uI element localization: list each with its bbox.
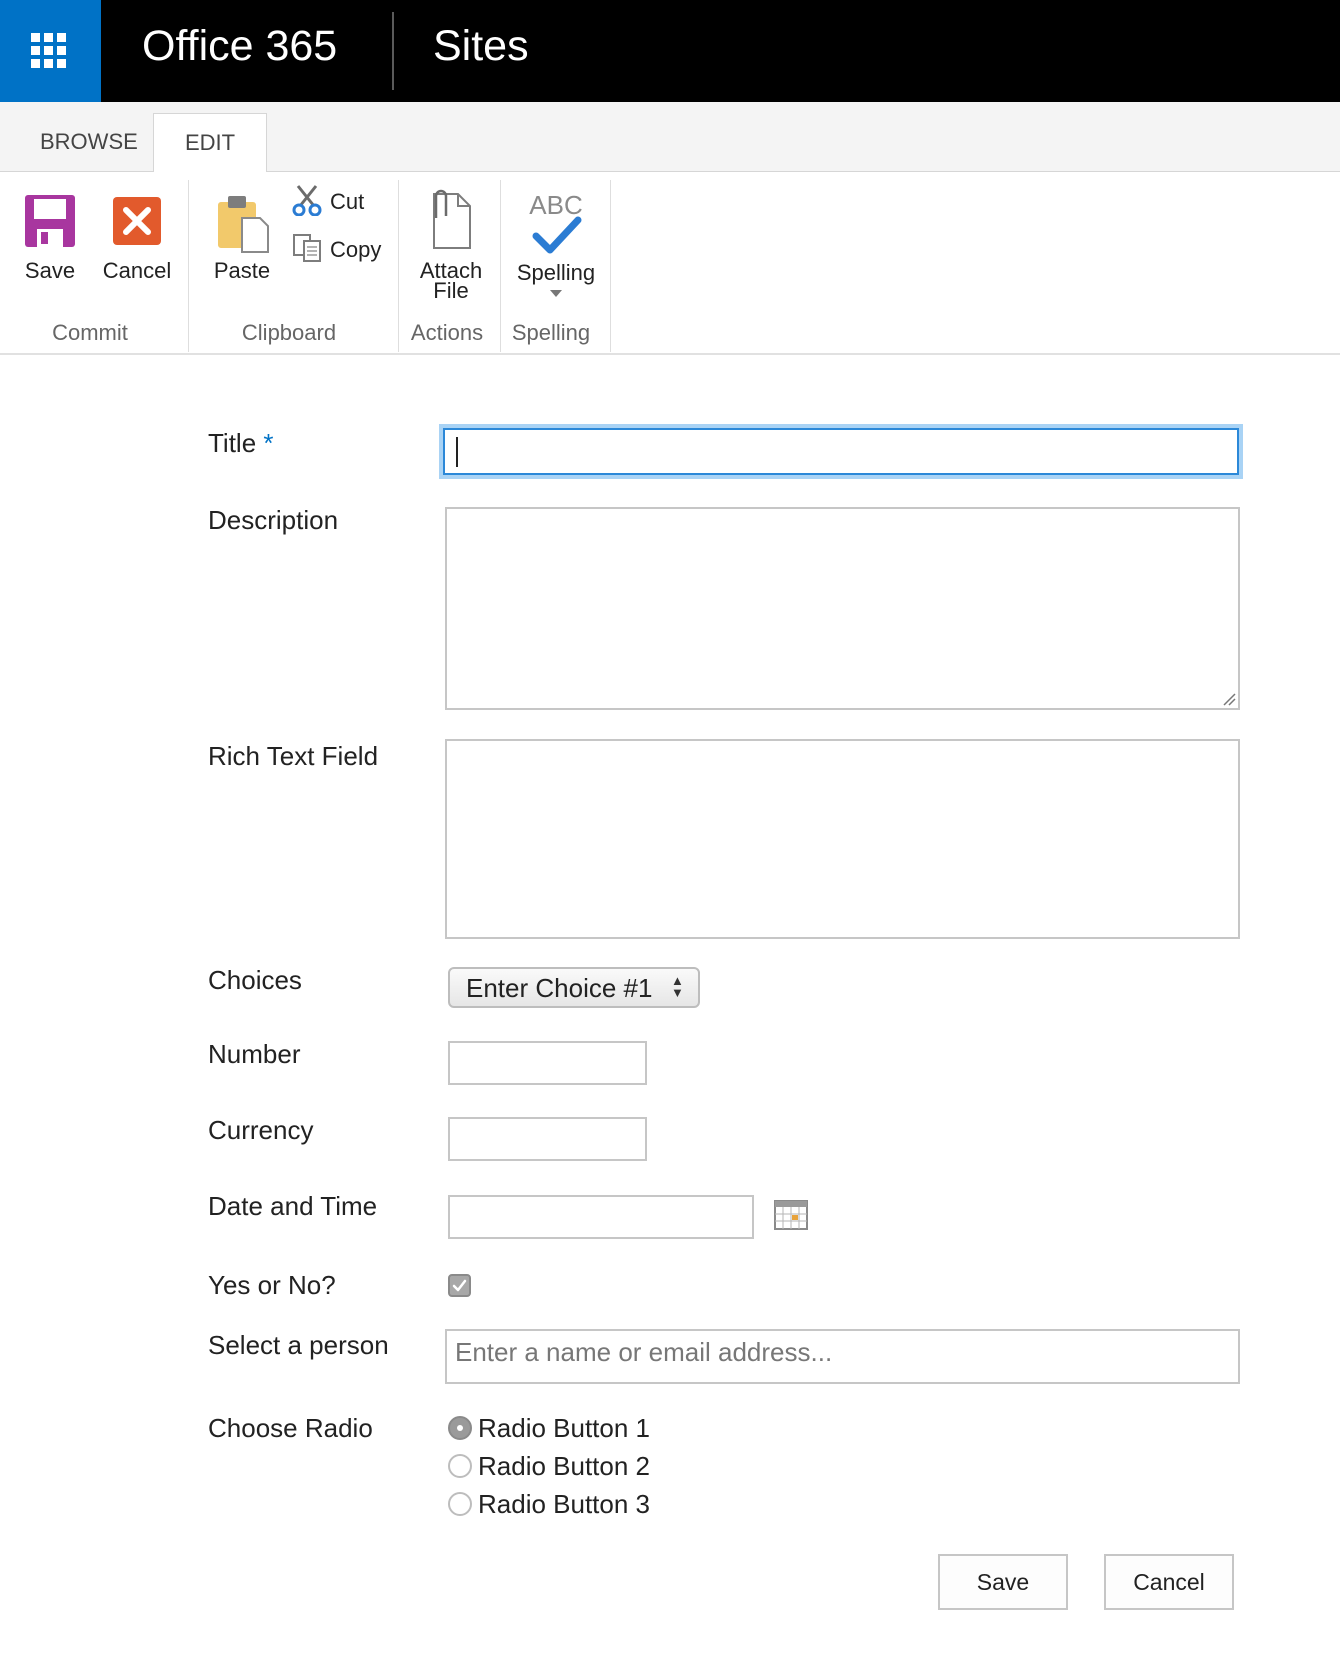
- ribbon-body: [0, 172, 1340, 355]
- save-ribbon-label: Save: [24, 258, 76, 283]
- floppy-disk-icon: [25, 195, 75, 247]
- waffle-icon: [31, 33, 67, 69]
- spelling-dropdown-icon: [550, 290, 562, 297]
- group-separator: [188, 180, 189, 352]
- date-time-label: Date and Time: [208, 1191, 378, 1221]
- group-label-actions: Actions: [410, 320, 484, 345]
- brand-title[interactable]: Office 365: [142, 22, 337, 71]
- yes-no-label: Yes or No?: [208, 1270, 336, 1300]
- radio-button-1[interactable]: [448, 1416, 472, 1440]
- group-label-spelling: Spelling: [511, 320, 591, 345]
- choices-label: Choices: [208, 965, 302, 995]
- person-label: Select a person: [208, 1330, 389, 1360]
- spelling-check-icon: [532, 216, 582, 254]
- copy-ribbon-label: Copy: [330, 237, 382, 262]
- radio-label-1[interactable]: Radio Button 1: [478, 1413, 650, 1444]
- attach-file-ribbon-button[interactable]: Attach File: [410, 188, 492, 304]
- radio-label-3[interactable]: Radio Button 3: [478, 1489, 650, 1520]
- tab-edit[interactable]: EDIT: [153, 113, 267, 174]
- save-ribbon-button[interactable]: Save: [14, 190, 86, 288]
- cut-ribbon-button[interactable]: Cut: [290, 182, 390, 218]
- radio-label-2[interactable]: Radio Button 2: [478, 1451, 650, 1482]
- required-marker: *: [263, 428, 274, 458]
- radio-button-3[interactable]: [448, 1492, 472, 1516]
- spelling-ribbon-button[interactable]: ABC Spelling: [510, 186, 602, 306]
- rich-text-label: Rich Text Field: [208, 741, 379, 771]
- number-label: Number: [208, 1039, 301, 1069]
- attach-file-label-line2: File: [433, 278, 469, 303]
- number-input[interactable]: [448, 1041, 647, 1085]
- paste-ribbon-button[interactable]: Paste: [202, 190, 274, 288]
- group-separator: [500, 180, 501, 352]
- yes-no-checkbox[interactable]: [448, 1274, 471, 1297]
- cancel-x-icon: [113, 197, 161, 245]
- currency-input[interactable]: [448, 1117, 647, 1161]
- radio-button-2[interactable]: [448, 1454, 472, 1478]
- tab-browse[interactable]: BROWSE: [20, 113, 158, 171]
- cancel-ribbon-button[interactable]: Cancel: [96, 190, 178, 288]
- save-button[interactable]: Save: [938, 1554, 1068, 1610]
- currency-label: Currency: [208, 1115, 314, 1145]
- group-separator: [398, 180, 399, 352]
- description-textarea[interactable]: [445, 507, 1240, 710]
- select-arrows-icon: ▲ ▼: [671, 973, 684, 1000]
- app-launcher-button[interactable]: [0, 0, 101, 102]
- scissors-icon: [292, 185, 322, 216]
- radio-group-label: Choose Radio: [208, 1413, 373, 1443]
- resize-handle-icon[interactable]: [1222, 692, 1236, 706]
- title-label-text: Title: [208, 428, 257, 458]
- cancel-button[interactable]: Cancel: [1104, 1554, 1234, 1610]
- paste-ribbon-label: Paste: [213, 258, 271, 283]
- date-input[interactable]: [448, 1195, 754, 1239]
- checkmark-icon: [452, 1279, 467, 1292]
- cancel-ribbon-label: Cancel: [102, 258, 172, 283]
- attach-file-icon: [433, 189, 471, 249]
- description-label: Description: [208, 505, 339, 535]
- group-label-commit: Commit: [52, 320, 128, 345]
- spelling-ribbon-label: Spelling: [516, 260, 596, 285]
- title-input[interactable]: [443, 428, 1239, 475]
- copy-ribbon-button[interactable]: Copy: [290, 230, 400, 266]
- text-caret: [456, 437, 458, 467]
- person-picker-placeholder: Enter a name or email address...: [455, 1337, 833, 1367]
- title-label: Title *: [208, 428, 274, 459]
- calendar-icon[interactable]: [774, 1198, 808, 1230]
- cut-ribbon-label: Cut: [330, 189, 365, 214]
- choices-selected-value: Enter Choice #1: [466, 973, 653, 1003]
- suite-divider: [392, 12, 394, 90]
- rich-text-editor[interactable]: [445, 739, 1240, 939]
- site-title[interactable]: Sites: [433, 22, 529, 71]
- paste-clipboard-icon: [218, 196, 269, 253]
- group-label-clipboard: Clipboard: [241, 320, 337, 345]
- group-separator: [610, 180, 611, 352]
- copy-icon: [293, 234, 321, 262]
